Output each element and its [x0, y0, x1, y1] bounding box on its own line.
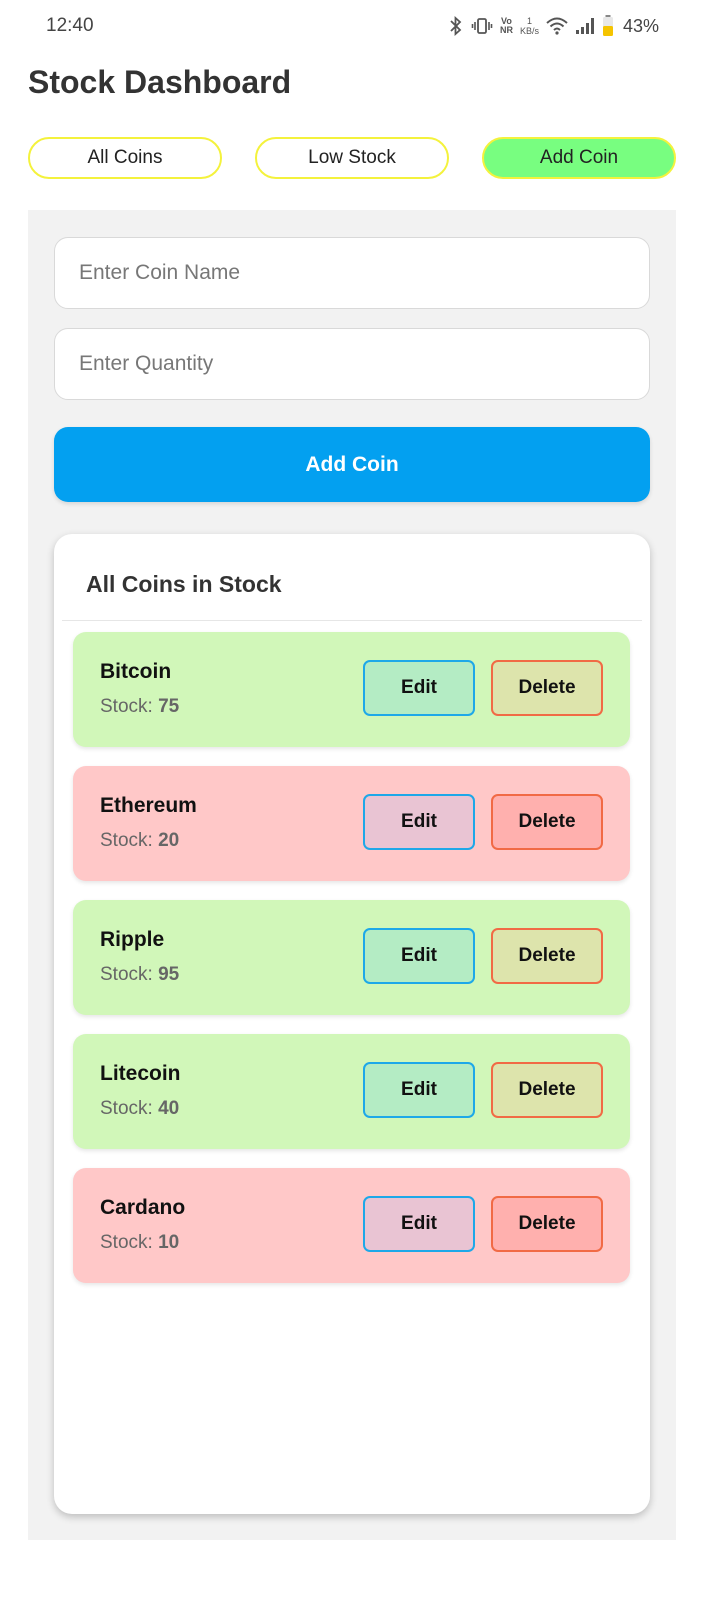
edit-button[interactable]: Edit: [363, 928, 475, 984]
delete-button-label: Delete: [518, 811, 576, 832]
tab-add-coin[interactable]: Add Coin: [482, 137, 676, 179]
tab-all-coins[interactable]: All Coins: [28, 137, 222, 179]
edit-button-label: Edit: [401, 1213, 437, 1234]
coin-stock: Stock: 20: [100, 830, 179, 852]
delete-button-label: Delete: [518, 677, 576, 698]
tab-low-stock[interactable]: Low Stock: [255, 137, 449, 179]
stock-value: 10: [158, 1232, 180, 1253]
stock-value: 95: [158, 964, 180, 985]
stock-prefix: Stock:: [100, 1232, 159, 1253]
edit-button[interactable]: Edit: [363, 794, 475, 850]
coin-list-card: All Coins in Stock Bitcoin Stock: 75 Edi…: [54, 534, 650, 1514]
divider: [62, 620, 642, 621]
coin-stock: Stock: 40: [100, 1098, 179, 1120]
delete-button-label: Delete: [518, 945, 576, 966]
bluetooth-icon: [448, 16, 464, 36]
stock-value: 75: [158, 696, 180, 717]
vonr-bottom-label: NR: [499, 25, 513, 35]
coin-stock: Stock: 10: [100, 1232, 179, 1254]
stock-prefix: Stock:: [100, 1098, 159, 1119]
coin-list-title: All Coins in Stock: [86, 571, 282, 597]
delete-button[interactable]: Delete: [491, 660, 603, 716]
vibrate-icon: [471, 16, 493, 36]
stock-prefix: Stock:: [100, 964, 159, 985]
stock-prefix: Stock:: [100, 696, 159, 717]
add-coin-button[interactable]: Add Coin: [54, 427, 650, 502]
coin-row: Cardano Stock: 10 Edit Delete: [73, 1168, 630, 1283]
tab-label: Low Stock: [308, 147, 396, 168]
network-speed-value: 1: [526, 16, 532, 26]
coin-name-input[interactable]: [54, 237, 650, 309]
delete-button-label: Delete: [518, 1079, 576, 1100]
edit-button-label: Edit: [401, 677, 437, 698]
stock-prefix: Stock:: [100, 830, 159, 851]
coin-row: Ripple Stock: 95 Edit Delete: [73, 900, 630, 1015]
coin-row: Bitcoin Stock: 75 Edit Delete: [73, 632, 630, 747]
stock-value: 40: [158, 1098, 180, 1119]
tab-bar: All Coins Low Stock Add Coin: [28, 137, 676, 179]
tab-label: Add Coin: [539, 147, 619, 168]
edit-button-label: Edit: [401, 811, 437, 832]
delete-button-label: Delete: [518, 1213, 576, 1234]
coin-name: Ethereum: [100, 794, 197, 817]
edit-button[interactable]: Edit: [363, 660, 475, 716]
edit-button[interactable]: Edit: [363, 1062, 475, 1118]
vonr-icon: Vo NR: [500, 17, 513, 35]
delete-button[interactable]: Delete: [491, 1196, 603, 1252]
quantity-input[interactable]: [54, 328, 650, 400]
stock-value: 20: [158, 830, 180, 851]
coin-name: Bitcoin: [100, 660, 172, 683]
coin-row: Ethereum Stock: 20 Edit Delete: [73, 766, 630, 881]
coin-name: Cardano: [100, 1196, 186, 1219]
coin-stock: Stock: 95: [100, 964, 179, 986]
wifi-icon: [546, 17, 568, 35]
edit-button[interactable]: Edit: [363, 1196, 475, 1252]
coin-name: Litecoin: [100, 1062, 181, 1085]
status-bar: 12:40 Vo NR 1 KB/s 43%: [0, 0, 717, 52]
edit-button-label: Edit: [401, 1079, 437, 1100]
battery-icon: [602, 15, 614, 37]
add-coin-button-label: Add Coin: [305, 452, 399, 476]
signal-icon: [575, 17, 595, 35]
delete-button[interactable]: Delete: [491, 928, 603, 984]
status-icons: Vo NR 1 KB/s 43%: [448, 13, 659, 39]
coin-row: Litecoin Stock: 40 Edit Delete: [73, 1034, 630, 1149]
page-title: Stock Dashboard: [28, 64, 292, 100]
tab-label: All Coins: [87, 147, 163, 168]
network-speed-icon: 1 KB/s: [520, 16, 539, 36]
edit-button-label: Edit: [401, 945, 437, 966]
coin-stock: Stock: 75: [100, 696, 179, 718]
coin-name: Ripple: [100, 928, 165, 951]
delete-button[interactable]: Delete: [491, 1062, 603, 1118]
delete-button[interactable]: Delete: [491, 794, 603, 850]
network-speed-unit: KB/s: [519, 26, 539, 36]
add-coin-panel: Add Coin All Coins in Stock Bitcoin Stoc…: [28, 210, 676, 1540]
status-time: 12:40: [46, 15, 94, 36]
battery-percent: 43%: [622, 15, 659, 36]
